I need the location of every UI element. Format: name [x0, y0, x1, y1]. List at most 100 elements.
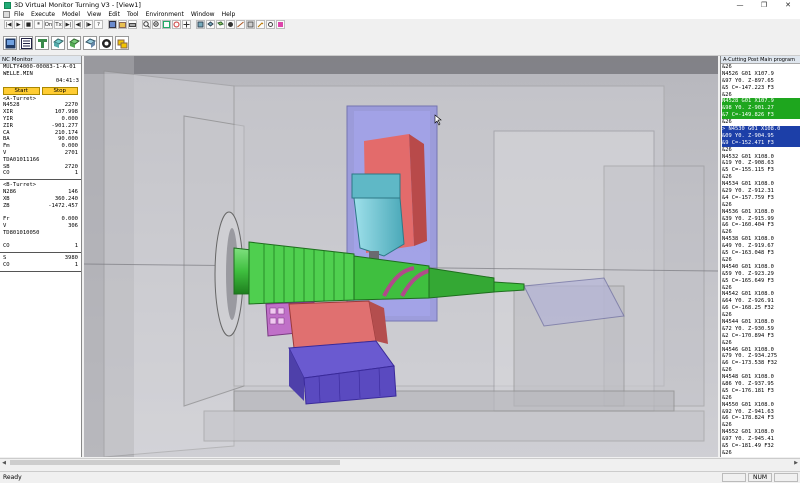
program-line[interactable]: &5 C=-176.181 F3: [722, 388, 800, 395]
measure-icon[interactable]: [236, 20, 245, 29]
menu-window[interactable]: Window: [191, 11, 215, 18]
on-button[interactable]: On: [44, 20, 53, 29]
shade-icon[interactable]: [226, 20, 235, 29]
program-line[interactable]: &97 Y0. Z-897.65: [722, 78, 800, 85]
program-line[interactable]: &09 Y0. Z-904.95: [722, 132, 800, 140]
program-line[interactable]: &72 Y0. Z-930.59: [722, 326, 800, 333]
program-line[interactable]: &26: [722, 202, 800, 209]
scroll-left-icon[interactable]: ◀: [0, 459, 8, 467]
monitor-window-icon[interactable]: [3, 36, 17, 50]
program-line[interactable]: N4526 G01 X107.9: [722, 71, 800, 78]
program-line[interactable]: &6 C=-178.824 F3: [722, 415, 800, 422]
restore-button[interactable]: ❐: [752, 0, 776, 10]
stock-view-icon[interactable]: [67, 36, 81, 50]
model-view-icon[interactable]: [51, 36, 65, 50]
program-listing[interactable]: &26 N4526 G01 X107.9 &97 Y0. Z-897.65 &5 C=…: [721, 64, 800, 457]
step-back-button[interactable]: ◀|: [74, 20, 83, 29]
minimize-button[interactable]: —: [728, 0, 752, 10]
section-icon[interactable]: [246, 20, 255, 29]
menu-edit[interactable]: Edit: [108, 11, 120, 18]
program-line[interactable]: &98 Y0. Z-901.27: [722, 105, 800, 113]
print-icon[interactable]: [128, 20, 137, 29]
program-line[interactable]: &19 Y0. Z-908.63: [722, 160, 800, 167]
program-line[interactable]: &26: [722, 395, 800, 402]
program-list-icon[interactable]: [19, 36, 33, 50]
rewind-button[interactable]: |◀: [4, 20, 13, 29]
menu-view[interactable]: View: [87, 11, 101, 18]
settings-icon[interactable]: [266, 20, 275, 29]
view-top-icon[interactable]: [206, 20, 215, 29]
play-button[interactable]: ▶: [14, 20, 23, 29]
spindle-icon[interactable]: [99, 36, 113, 50]
layout-icon[interactable]: [115, 36, 129, 50]
program-line[interactable]: &9 C=-152.471 F3: [722, 139, 800, 147]
color-icon[interactable]: [276, 20, 285, 29]
horizontal-scrollbar[interactable]: ◀ ▶: [0, 458, 800, 466]
program-line[interactable]: &26: [722, 422, 800, 429]
menu-help[interactable]: Help: [222, 11, 236, 18]
menu-tool[interactable]: Tool: [127, 11, 139, 18]
view-iso-icon[interactable]: [216, 20, 225, 29]
fixture-view-icon[interactable]: [83, 36, 97, 50]
step-forward-button[interactable]: ▶|: [64, 20, 73, 29]
fit-view-icon[interactable]: [162, 20, 171, 29]
tool-list-icon[interactable]: [35, 36, 49, 50]
program-line[interactable]: &5 C=-165.649 F3: [722, 278, 800, 285]
menu-model[interactable]: Model: [62, 11, 80, 18]
program-line[interactable]: N4542 G01 X108.0: [722, 291, 800, 298]
program-line[interactable]: N4538 G01 X108.0: [722, 236, 800, 243]
program-line[interactable]: &4 C=-157.759 F3: [722, 195, 800, 202]
start-button[interactable]: Start: [3, 86, 40, 95]
program-line[interactable]: N4544 G01 X108.0: [722, 319, 800, 326]
program-line[interactable]: &26: [722, 450, 800, 457]
program-line[interactable]: N4532 G01 X108.0: [722, 154, 800, 161]
menu-execute[interactable]: Execute: [31, 11, 55, 18]
program-line[interactable]: &59 Y0. Z-923.29: [722, 271, 800, 278]
program-line[interactable]: > N4530 G01 X108.0: [722, 126, 800, 133]
program-line[interactable]: N4550 G01 X108.0: [722, 402, 800, 409]
menu-file[interactable]: File: [14, 11, 24, 18]
help-button[interactable]: ?: [94, 20, 103, 29]
program-line[interactable]: &92 Y0. Z-941.63: [722, 409, 800, 416]
program-line[interactable]: &26: [722, 312, 800, 319]
3d-viewport[interactable]: [84, 56, 718, 457]
program-line[interactable]: &26: [722, 229, 800, 236]
program-line[interactable]: N4548 G01 X108.0: [722, 374, 800, 381]
open-icon[interactable]: [118, 20, 127, 29]
program-line[interactable]: &6 C=-160.404 F3: [722, 222, 800, 229]
program-line[interactable]: &6 C=-173.538 F32: [722, 360, 800, 367]
rotate-icon[interactable]: [172, 20, 181, 29]
program-line[interactable]: &26: [722, 147, 800, 154]
program-line[interactable]: &39 Y0. Z-915.99: [722, 216, 800, 223]
close-button[interactable]: ✕: [776, 0, 800, 10]
program-line[interactable]: &6 C=-168.25 F32: [722, 305, 800, 312]
program-line[interactable]: &64 Y0. Z-926.91: [722, 298, 800, 305]
program-line[interactable]: &97 Y0. Z-945.41: [722, 436, 800, 443]
program-line[interactable]: &5 C=-155.115 F3: [722, 167, 800, 174]
program-line[interactable]: &26: [722, 64, 800, 71]
stop-button[interactable]: ■: [24, 20, 33, 29]
skip-button[interactable]: |▶: [84, 20, 93, 29]
program-line[interactable]: &26: [722, 119, 800, 126]
program-line[interactable]: &26: [722, 340, 800, 347]
program-line[interactable]: &86 Y0. Z-937.95: [722, 381, 800, 388]
program-line[interactable]: &26: [722, 92, 800, 99]
document-icon[interactable]: [3, 11, 10, 18]
program-line[interactable]: &2 C=-170.894 F3: [722, 333, 800, 340]
text-button[interactable]: Tx: [54, 20, 63, 29]
program-line[interactable]: &5 C=-181.49 F32: [722, 443, 800, 450]
program-line[interactable]: N4540 G01 X108.0: [722, 264, 800, 271]
tool-icon[interactable]: [256, 20, 265, 29]
scroll-right-icon[interactable]: ▶: [792, 459, 800, 467]
program-line[interactable]: N4552 G01 X108.0: [722, 429, 800, 436]
program-line[interactable]: N4536 G01 X108.0: [722, 209, 800, 216]
save-icon[interactable]: [108, 20, 117, 29]
program-line[interactable]: &29 Y0. Z-912.31: [722, 188, 800, 195]
program-line[interactable]: N4534 G01 X108.0: [722, 181, 800, 188]
program-line[interactable]: N4528 G01 X107.9: [722, 98, 800, 106]
program-line[interactable]: &26: [722, 257, 800, 264]
stop-button-nc[interactable]: Stop: [41, 86, 78, 95]
program-line[interactable]: &26: [722, 367, 800, 374]
program-line[interactable]: &26: [722, 174, 800, 181]
view-front-icon[interactable]: [196, 20, 205, 29]
